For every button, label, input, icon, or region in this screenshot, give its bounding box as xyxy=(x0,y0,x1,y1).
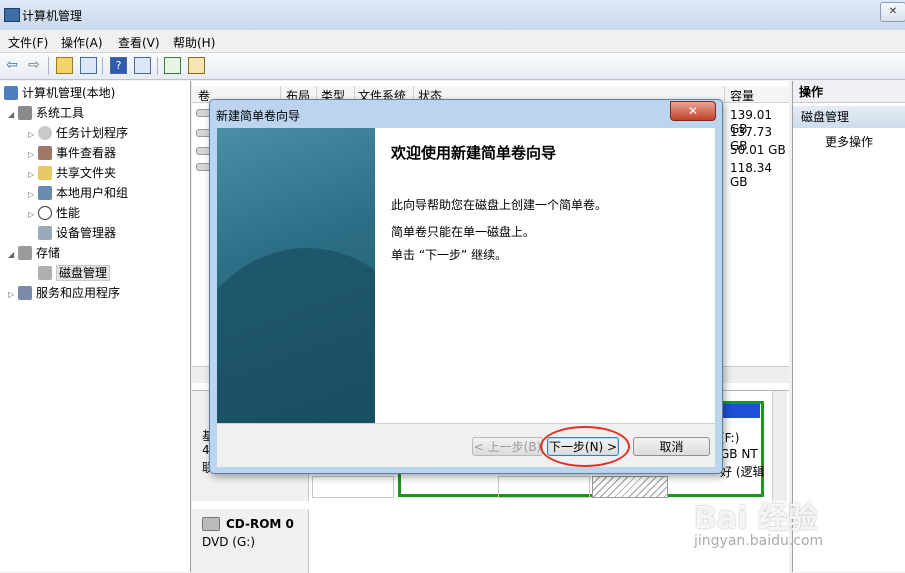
partition-status: 好 (逻辑 xyxy=(720,465,765,479)
column-volume[interactable]: 卷 xyxy=(198,87,210,104)
performance-icon xyxy=(38,206,52,220)
shared-folder-icon xyxy=(38,166,52,180)
expand-arrow-icon[interactable]: ▷ xyxy=(28,126,38,144)
back-button[interactable]: < 上一步(B) xyxy=(472,437,543,456)
tree-item-system-tools[interactable]: ◢ 系统工具 xyxy=(8,104,84,122)
collapse-arrow-icon[interactable]: ◢ xyxy=(8,246,18,264)
capacity-value: 50.01 GB xyxy=(730,143,786,157)
computer-icon xyxy=(4,86,18,100)
computer-management-icon xyxy=(4,8,20,22)
vertical-scrollbar[interactable] xyxy=(772,391,787,501)
menu-bar: 文件(F) 操作(A) 查看(V) 帮助(H) xyxy=(0,30,905,53)
column-capacity[interactable]: 容量 xyxy=(730,87,754,104)
menu-help[interactable]: 帮助(H) xyxy=(173,34,215,51)
wizard-button-bar: < 上一步(B) 下一步(N) > 取消 xyxy=(217,423,715,467)
show-hide-tree-icon[interactable] xyxy=(80,57,97,74)
export-list-icon[interactable] xyxy=(188,57,205,74)
tree-item-performance[interactable]: ▷ 性能 xyxy=(28,204,80,222)
forward-arrow-icon[interactable]: ⇨ xyxy=(25,56,43,74)
menu-file[interactable]: 文件(F) xyxy=(8,34,48,51)
tree-item-event-viewer[interactable]: ▷ 事件查看器 xyxy=(28,144,116,162)
tree-item-disk-management[interactable]: 磁盘管理 xyxy=(38,264,111,282)
expand-arrow-icon[interactable]: ▷ xyxy=(28,166,38,184)
menu-view[interactable]: 查看(V) xyxy=(118,34,160,51)
close-window-button[interactable]: ✕ xyxy=(880,2,905,22)
wizard-text-1: 此向导帮助您在磁盘上创建一个简单卷。 xyxy=(391,198,608,212)
baidu-watermark: Bai 经验 xyxy=(694,501,818,536)
clock-icon xyxy=(38,126,52,140)
actions-header: 操作 xyxy=(793,81,905,103)
tree-item-root[interactable]: 计算机管理(本地) xyxy=(4,84,115,102)
tree-item-task-scheduler[interactable]: ▷ 任务计划程序 xyxy=(28,124,128,142)
window-title: 计算机管理 xyxy=(22,9,83,23)
partition-size: GB NT xyxy=(720,447,758,461)
menu-action[interactable]: 操作(A) xyxy=(61,34,103,51)
partition-cell[interactable] xyxy=(498,476,590,498)
wizard-text-3: 单击 “下一步” 继续。 xyxy=(391,248,508,262)
event-viewer-icon xyxy=(38,146,52,160)
tree-item-local-users[interactable]: ▷ 本地用户和组 xyxy=(28,184,128,202)
refresh-icon[interactable] xyxy=(164,57,181,74)
tree-item-device-manager[interactable]: 设备管理器 xyxy=(38,224,116,242)
tree-item-storage[interactable]: ◢ 存储 xyxy=(8,244,60,262)
expand-arrow-icon[interactable]: ▷ xyxy=(28,186,38,204)
help-icon[interactable]: ? xyxy=(110,57,127,74)
expand-arrow-icon[interactable]: ▷ xyxy=(28,146,38,164)
wizard-content: 欢迎使用新建简单卷向导 此向导帮助您在磁盘上创建一个简单卷。 简单卷只能在单一磁… xyxy=(375,128,715,423)
tree-item-services[interactable]: ▷ 服务和应用程序 xyxy=(8,284,120,302)
services-icon xyxy=(18,286,32,300)
more-actions-link[interactable]: 更多操作 xyxy=(825,133,873,150)
toolbar: ⇦ ⇨ ? xyxy=(0,53,905,80)
properties-icon[interactable] xyxy=(134,57,151,74)
free-space-cell[interactable] xyxy=(592,476,668,498)
wizard-text-2: 简单卷只能在单一磁盘上。 xyxy=(391,225,536,239)
device-manager-icon xyxy=(38,226,52,240)
users-icon xyxy=(38,186,52,200)
toolbar-separator xyxy=(48,57,49,75)
cdrom-drive: DVD (G:) xyxy=(202,535,255,549)
storage-icon xyxy=(18,246,32,260)
wizard-title: 新建简单卷向导 xyxy=(216,109,301,123)
expand-arrow-icon[interactable]: ▷ xyxy=(28,206,38,224)
cdrom-label: CD-ROM 0 xyxy=(226,517,294,531)
collapse-arrow-icon[interactable]: ◢ xyxy=(8,106,18,124)
cdrom-info-cell: CD-ROM 0 DVD (G:) xyxy=(192,509,309,573)
actions-section-disk-management[interactable]: 磁盘管理 xyxy=(793,106,905,128)
baidu-watermark-url: jingyan.baidu.com xyxy=(694,533,824,549)
wizard-heading: 欢迎使用新建简单卷向导 xyxy=(391,144,557,162)
disk-icon xyxy=(38,266,52,280)
expand-arrow-icon[interactable]: ▷ xyxy=(8,286,18,304)
toolbar-separator xyxy=(102,57,103,75)
cancel-button[interactable]: 取消 xyxy=(633,437,710,456)
new-simple-volume-wizard: 新建简单卷向导 ✕ 欢迎使用新建简单卷向导 此向导帮助您在磁盘上创建一个简单卷。… xyxy=(209,99,723,474)
cdrom-icon xyxy=(202,517,220,531)
tree-item-shared-folders[interactable]: ▷ 共享文件夹 xyxy=(28,164,116,182)
tools-icon xyxy=(18,106,32,120)
capacity-value: 118.34 GB xyxy=(730,161,772,189)
toolbar-separator xyxy=(157,57,158,75)
back-arrow-icon[interactable]: ⇦ xyxy=(3,56,21,74)
navigation-tree: 计算机管理(本地) ◢ 系统工具 ▷ 任务计划程序 ▷ 事件查看器 ▷ 共享文件夹 ▷ 本… xyxy=(0,81,191,572)
partition-cell[interactable] xyxy=(312,476,394,498)
title-bar: 计算机管理 ✕ xyxy=(0,0,905,30)
close-icon[interactable]: ✕ xyxy=(670,101,716,121)
wizard-side-banner xyxy=(217,128,375,423)
highlight-circle-annotation xyxy=(540,426,630,467)
up-folder-icon[interactable] xyxy=(56,57,73,74)
